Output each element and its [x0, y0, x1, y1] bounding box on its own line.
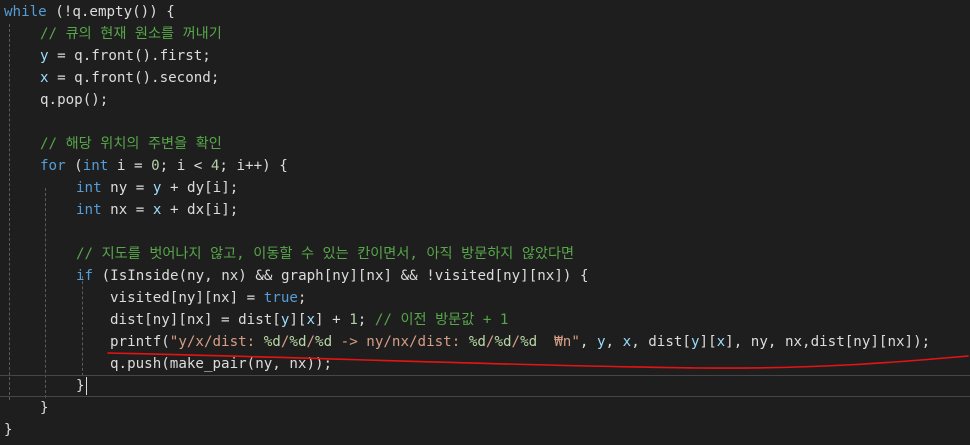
code-editor[interactable]: while (!q.empty()) {// 큐의 현재 원소를 꺼내기 y = …: [0, 0, 970, 445]
red-pen-underline: [107, 352, 969, 369]
red-underline-stroke: [107, 352, 969, 369]
